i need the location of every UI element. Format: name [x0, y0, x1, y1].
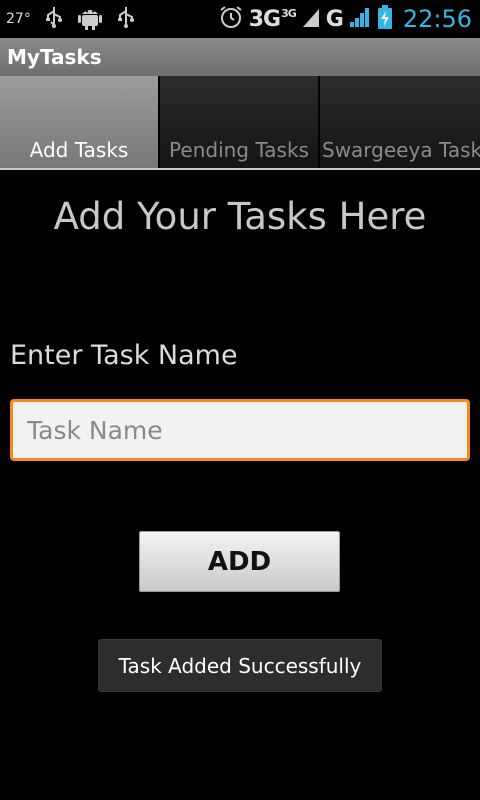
toast-message: Task Added Successfully [98, 639, 382, 692]
app-title-bar: MyTasks [0, 38, 480, 76]
network-3g-label: 3G3G [248, 6, 297, 32]
toast-text: Task Added Successfully [118, 653, 362, 678]
temperature-text: 27° [6, 11, 31, 27]
network-g-label: G [325, 6, 344, 32]
status-bar-left: 27° [0, 0, 135, 38]
signal-icon [302, 6, 320, 32]
app-title: MyTasks [7, 45, 102, 69]
usb-icon [45, 6, 63, 32]
android-debug-icon [77, 4, 103, 34]
network-3g-sup-text: 3G [281, 7, 297, 21]
usb-icon [117, 6, 135, 32]
task-name-label: Enter Task Name [10, 340, 238, 371]
tab-bar: Add Tasks Pending Tasks Swargeeya Task [0, 76, 480, 170]
add-button[interactable]: ADD [139, 531, 340, 592]
network-3g-text: 3G [248, 6, 281, 32]
task-name-input[interactable] [10, 399, 470, 461]
page-heading: Add Your Tasks Here [53, 195, 427, 238]
tab-label: Swargeeya Task [322, 138, 480, 162]
battery-charging-icon [377, 4, 393, 34]
signal-strength-icon [349, 6, 371, 32]
status-bar: 27° 3G3G G 22:56 [0, 0, 480, 38]
add-button-label: ADD [207, 546, 272, 577]
clock-time: 22:56 [402, 5, 472, 33]
tab-add-tasks[interactable]: Add Tasks [0, 76, 160, 168]
tab-label: Add Tasks [29, 138, 129, 162]
status-bar-right: 3G3G G 22:56 [219, 0, 480, 38]
tab-label: Pending Tasks [169, 138, 309, 162]
alarm-icon [219, 5, 243, 33]
tab-swargeeya-task[interactable]: Swargeeya Task [320, 76, 480, 168]
tab-pending-tasks[interactable]: Pending Tasks [160, 76, 320, 168]
